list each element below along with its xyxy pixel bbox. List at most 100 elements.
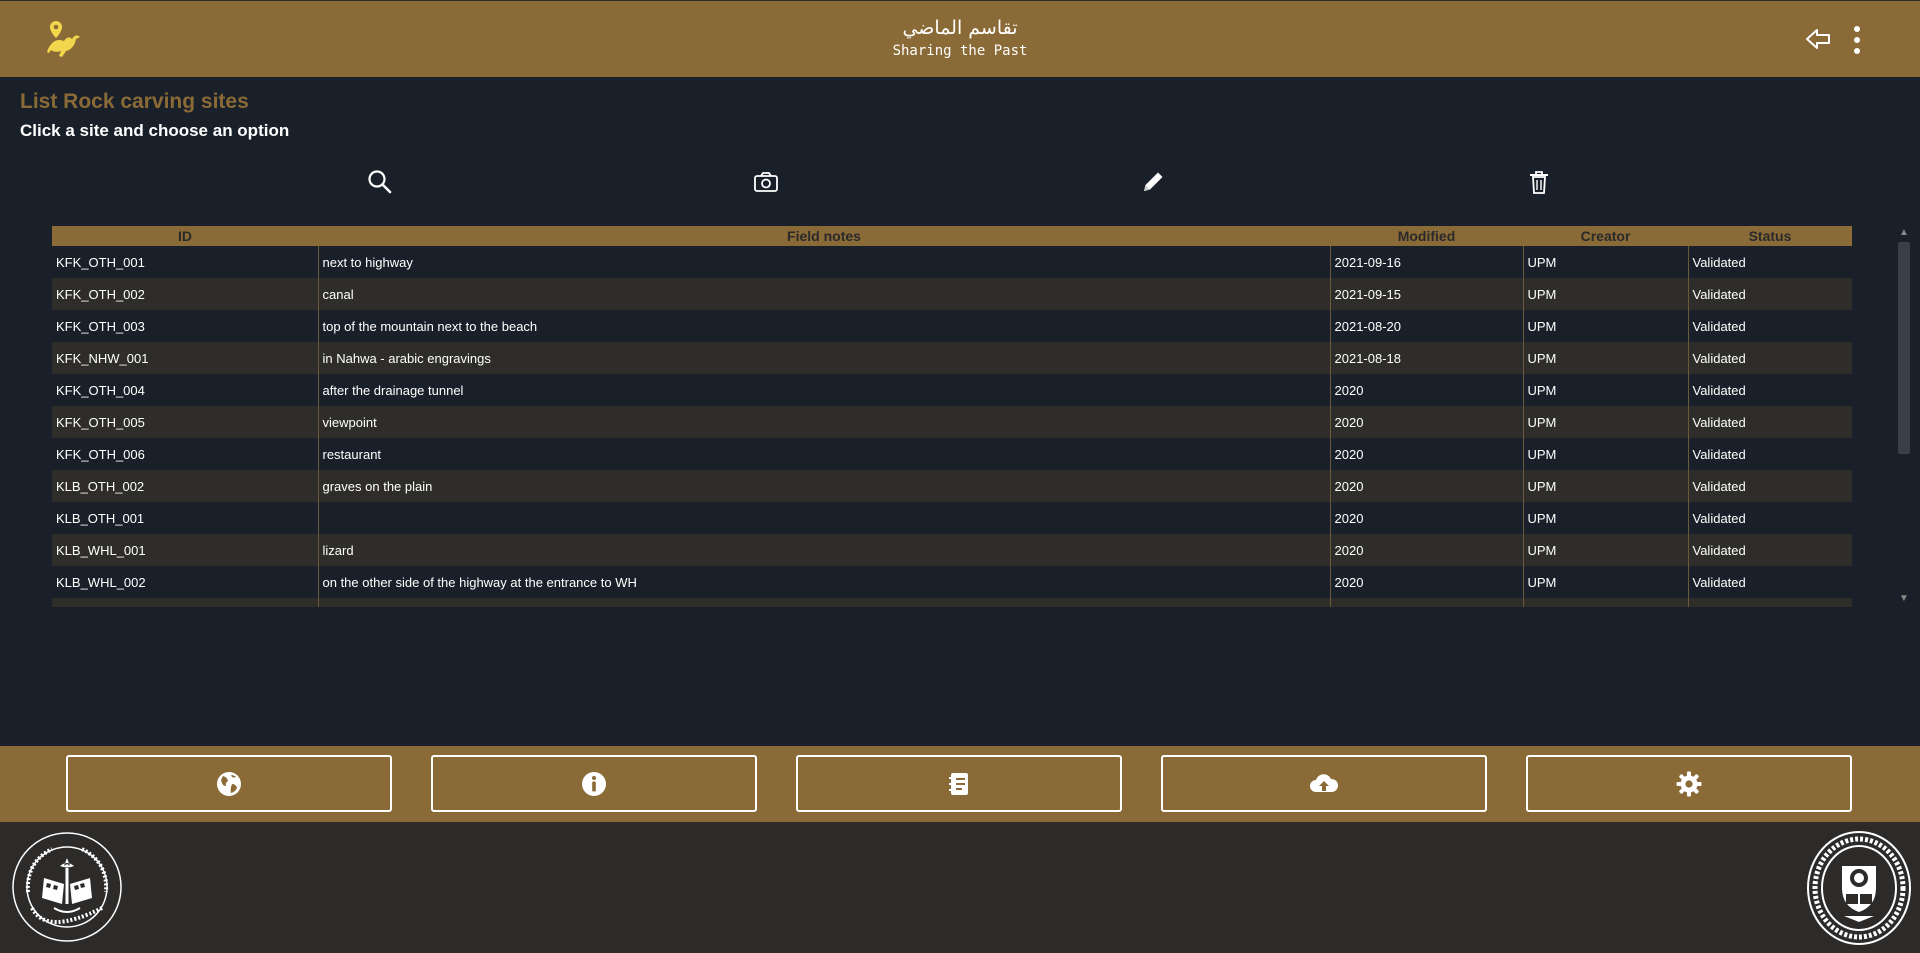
cell-field-notes: restaurant xyxy=(317,438,1330,470)
table-row[interactable]: KFK_OTH_003 top of the mountain next to … xyxy=(52,310,1852,342)
cell-field-notes: after the drainage tunnel xyxy=(317,374,1330,406)
app-title-arabic: تقاسم الماضي xyxy=(902,17,1018,39)
cell-creator: UPM xyxy=(1522,310,1688,342)
cell-status: Validated xyxy=(1687,566,1852,598)
sites-table[interactable]: ID Field notes Modified Creator Status K… xyxy=(52,226,1852,607)
cell-field-notes: on the other side of the highway at the … xyxy=(317,566,1330,598)
cell-id: KFK_OTH_006 xyxy=(52,438,318,470)
cell-status: Validated xyxy=(1687,374,1852,406)
table-row[interactable]: KFK_OTH_001 next to highway 2021-09-16 U… xyxy=(52,246,1852,278)
cell-status: Validated xyxy=(1687,438,1852,470)
scroll-down-arrow[interactable]: ▼ xyxy=(1898,593,1910,605)
footer xyxy=(0,822,1920,953)
info-icon xyxy=(582,771,606,796)
map-button[interactable] xyxy=(66,755,392,812)
cell-creator: UPM xyxy=(1522,246,1688,278)
table-header-row: ID Field notes Modified Creator Status xyxy=(52,226,1852,246)
globe-icon xyxy=(217,771,241,796)
cell-status: Validated xyxy=(1687,246,1852,278)
cell-id: KLB_WHL_001 xyxy=(52,534,318,566)
cell-field-notes xyxy=(317,598,1330,607)
cell-modified: 2020 xyxy=(1329,374,1523,406)
table-row[interactable]: KLB_WHL_001 lizard 2020 UPM Validated xyxy=(52,534,1852,566)
cell-id: KLB_OTH_002 xyxy=(52,470,318,502)
universidad-politecnica-madrid-seal xyxy=(1807,831,1911,945)
cell-status: Validated xyxy=(1687,470,1852,502)
camera-icon[interactable] xyxy=(752,168,780,196)
cell-status: Validated xyxy=(1687,342,1852,374)
pencil-icon[interactable] xyxy=(1139,168,1167,196)
cell-modified: 2020 xyxy=(1329,470,1523,502)
cell-status xyxy=(1687,598,1852,607)
scroll-up-arrow[interactable]: ▲ xyxy=(1898,227,1910,239)
column-header-creator[interactable]: Creator xyxy=(1523,226,1688,246)
trash-icon[interactable] xyxy=(1525,168,1553,196)
cell-creator: UPM xyxy=(1522,566,1688,598)
cell-creator: UPM xyxy=(1522,438,1688,470)
cell-id: KFK_OTH_002 xyxy=(52,278,318,310)
column-header-modified[interactable]: Modified xyxy=(1330,226,1523,246)
table-row[interactable]: KFK_NHW_001 in Nahwa - arabic engravings… xyxy=(52,342,1852,374)
cell-status: Validated xyxy=(1687,406,1852,438)
notebook-icon xyxy=(949,772,968,795)
table-row[interactable]: KFK_OTH_006 restaurant 2020 UPM Validate… xyxy=(52,438,1852,470)
cell-field-notes: in Nahwa - arabic engravings xyxy=(317,342,1330,374)
table-row[interactable]: KFK_OTH_002 canal 2021-09-15 UPM Validat… xyxy=(52,278,1852,310)
cell-id: KFK_OTH_003 xyxy=(52,310,318,342)
cell-id: KLB_OTH_001 xyxy=(52,502,318,534)
cell-modified: 2020 xyxy=(1329,534,1523,566)
cell-id xyxy=(52,598,318,607)
cloud-upload-icon xyxy=(1310,773,1339,792)
cell-field-notes xyxy=(317,502,1330,534)
cell-creator: UPM xyxy=(1522,406,1688,438)
cell-field-notes: top of the mountain next to the beach xyxy=(317,310,1330,342)
cell-modified: 2021-09-15 xyxy=(1329,278,1523,310)
sharjah-archaeology-authority-seal xyxy=(12,832,122,942)
kebab-menu-icon[interactable] xyxy=(1848,25,1866,55)
column-header-id[interactable]: ID xyxy=(52,226,318,246)
cell-creator: UPM xyxy=(1522,470,1688,502)
cell-creator: UPM xyxy=(1522,534,1688,566)
table-row[interactable]: KFK_OTH_004 after the drainage tunnel 20… xyxy=(52,374,1852,406)
notebook-button[interactable] xyxy=(796,755,1122,812)
table-row[interactable]: KFK_OTH_005 viewpoint 2020 UPM Validated xyxy=(52,406,1852,438)
search-icon[interactable] xyxy=(366,168,394,196)
cell-modified: 2020 xyxy=(1329,502,1523,534)
cell-creator xyxy=(1522,598,1688,607)
column-header-status[interactable]: Status xyxy=(1688,226,1852,246)
cell-id: KFK_NHW_001 xyxy=(52,342,318,374)
cell-modified xyxy=(1329,598,1523,607)
cell-modified: 2021-09-16 xyxy=(1329,246,1523,278)
table-row[interactable]: KLB_WHL_002 on the other side of the hig… xyxy=(52,566,1852,598)
app-title: Sharing the Past xyxy=(892,43,1028,59)
back-arrow-icon[interactable] xyxy=(1805,27,1831,51)
cell-creator: UPM xyxy=(1522,374,1688,406)
table-row[interactable]: KLB_OTH_001 2020 UPM Validated xyxy=(52,502,1852,534)
cell-id: KFK_OTH_005 xyxy=(52,406,318,438)
cell-creator: UPM xyxy=(1522,502,1688,534)
table-row-partial[interactable] xyxy=(52,598,1852,607)
cell-modified: 2020 xyxy=(1329,566,1523,598)
settings-button[interactable] xyxy=(1526,755,1852,812)
cell-field-notes: canal xyxy=(317,278,1330,310)
cell-modified: 2021-08-18 xyxy=(1329,342,1523,374)
cell-modified: 2020 xyxy=(1329,406,1523,438)
cell-field-notes: next to highway xyxy=(317,246,1330,278)
cell-id: KFK_OTH_004 xyxy=(52,374,318,406)
app-header: تقاسم الماضي Sharing the Past xyxy=(0,0,1920,77)
cell-status: Validated xyxy=(1687,278,1852,310)
info-button[interactable] xyxy=(431,755,757,812)
cell-id: KFK_OTH_001 xyxy=(52,246,318,278)
upload-button[interactable] xyxy=(1161,755,1487,812)
page-subtitle: Click a site and choose an option xyxy=(20,121,290,140)
table-row[interactable]: KLB_OTH_002 graves on the plain 2020 UPM… xyxy=(52,470,1852,502)
cell-field-notes: graves on the plain xyxy=(317,470,1330,502)
cell-status: Validated xyxy=(1687,502,1852,534)
cell-creator: UPM xyxy=(1522,278,1688,310)
bottom-nav xyxy=(0,746,1920,822)
column-header-field-notes[interactable]: Field notes xyxy=(318,226,1330,246)
scrollbar-thumb[interactable] xyxy=(1898,242,1910,454)
cell-id: KLB_WHL_002 xyxy=(52,566,318,598)
cell-status: Validated xyxy=(1687,534,1852,566)
page-title: List Rock carving sites xyxy=(20,90,249,113)
